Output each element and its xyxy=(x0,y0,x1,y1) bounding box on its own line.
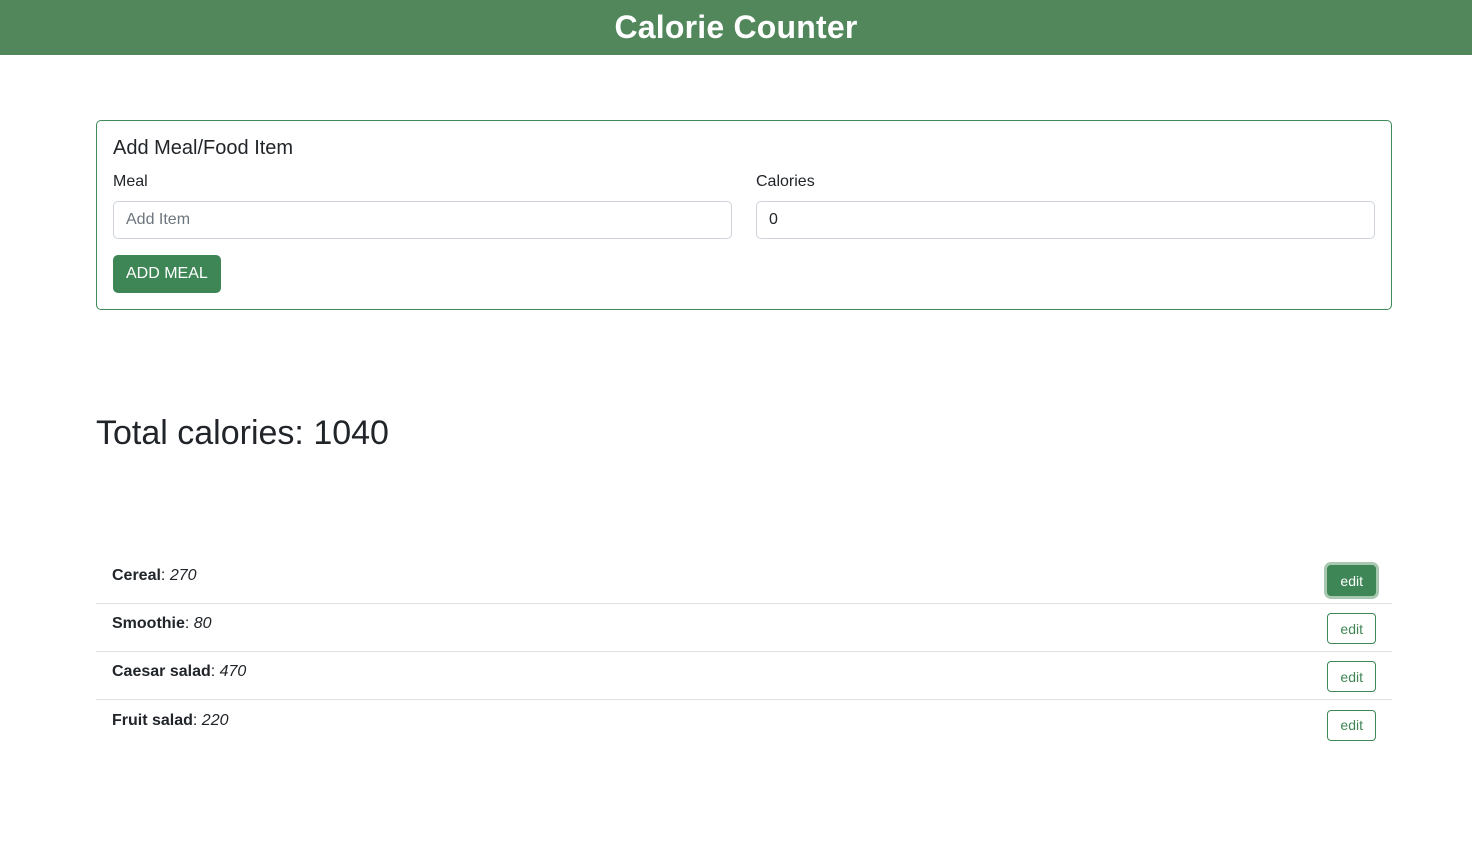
meal-calories: 80 xyxy=(193,615,212,632)
app-title: Calorie Counter xyxy=(614,8,858,45)
calories-input[interactable] xyxy=(756,201,1375,239)
meal-input[interactable] xyxy=(113,201,732,239)
app-header: Calorie Counter xyxy=(0,0,1472,55)
meal-list-item: Cereal: 270 edit xyxy=(96,556,1392,604)
meal-name: Fruit salad xyxy=(112,711,193,729)
calories-label: Calories xyxy=(756,173,815,190)
meal-list-item: Smoothie: 80 edit xyxy=(96,604,1392,652)
add-meal-card: Add Meal/Food Item Meal Calories ADD MEA… xyxy=(96,120,1392,310)
edit-button[interactable]: edit xyxy=(1327,709,1376,741)
total-calories: Total calories: 1040 xyxy=(96,414,389,453)
edit-button[interactable]: edit xyxy=(1327,661,1376,692)
meal-calories: 470 xyxy=(219,663,247,680)
meal-name: Caesar salad xyxy=(112,663,211,680)
meal-entry: Caesar salad: 470 xyxy=(112,663,247,680)
meal-calories: 270 xyxy=(169,567,197,584)
meal-name: Cereal xyxy=(112,567,161,584)
edit-button[interactable]: edit xyxy=(1327,565,1376,596)
edit-button[interactable]: edit xyxy=(1327,613,1376,644)
meal-entry: Cereal: 270 xyxy=(112,567,197,584)
meal-list-item: Fruit salad: 220 edit xyxy=(96,700,1392,748)
meal-entry: Fruit salad: 220 xyxy=(112,711,229,729)
meal-calories: 220 xyxy=(201,711,229,729)
total-calories-value: 1040 xyxy=(313,414,389,452)
meal-entry: Smoothie: 80 xyxy=(112,615,212,632)
meal-label: Meal xyxy=(113,173,148,190)
meal-list: Cereal: 270 edit Smoothie: 80 edit Caesa… xyxy=(96,556,1392,748)
meal-name: Smoothie xyxy=(112,615,185,632)
add-meal-card-title: Add Meal/Food Item xyxy=(113,137,294,159)
total-calories-label: Total calories: xyxy=(96,414,304,452)
meal-list-item: Caesar salad: 470 edit xyxy=(96,652,1392,700)
add-meal-button[interactable]: ADD MEAL xyxy=(113,255,221,293)
